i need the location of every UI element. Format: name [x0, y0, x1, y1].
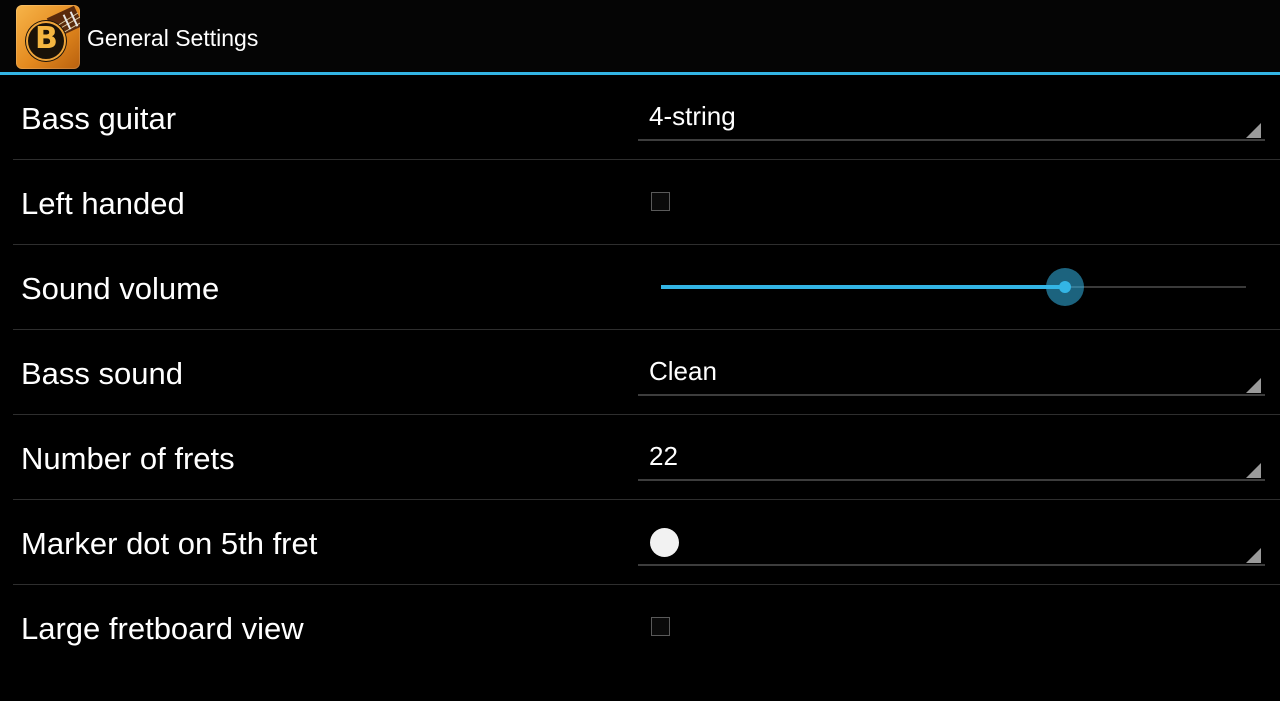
app-icon[interactable]: B: [16, 5, 80, 69]
app-icon-letter: B: [35, 21, 58, 56]
setting-row-large-fretboard: Large fretboard view: [0, 585, 1280, 670]
dropdown-corner-icon: [1246, 548, 1261, 563]
number-of-frets-value: 22: [649, 441, 678, 471]
setting-row-left-handed: Left handed: [0, 160, 1280, 245]
bass-guitar-spinner[interactable]: 4-string: [638, 101, 1265, 141]
bass-sound-spinner[interactable]: Clean: [638, 356, 1265, 396]
left-handed-checkbox[interactable]: [651, 192, 670, 211]
setting-row-number-of-frets: Number of frets 22: [0, 415, 1280, 500]
slider-thumb[interactable]: [1059, 281, 1071, 293]
setting-row-bass-sound: Bass sound Clean: [0, 330, 1280, 415]
marker-dot-spinner[interactable]: [638, 526, 1265, 566]
bass-guitar-label: Bass guitar: [21, 101, 177, 136]
bass-sound-label: Bass sound: [21, 356, 183, 391]
spinner-underline: [638, 139, 1265, 141]
setting-row-marker-dot: Marker dot on 5th fret: [0, 500, 1280, 585]
left-handed-label: Left handed: [21, 186, 185, 221]
setting-row-sound-volume: Sound volume: [0, 245, 1280, 330]
large-fretboard-label: Large fretboard view: [21, 611, 304, 646]
number-of-frets-spinner[interactable]: 22: [638, 441, 1265, 481]
settings-screen: B General Settings Bass guitar 4-string …: [0, 0, 1280, 701]
bass-guitar-value: 4-string: [649, 101, 736, 131]
large-fretboard-checkbox[interactable]: [651, 617, 670, 636]
sound-volume-label: Sound volume: [21, 271, 220, 306]
slider-fill: [661, 285, 1065, 289]
bass-sound-value: Clean: [649, 356, 717, 386]
spinner-underline: [638, 564, 1265, 566]
dropdown-corner-icon: [1246, 378, 1261, 393]
action-bar: B General Settings: [0, 0, 1280, 72]
white-dot-icon: [650, 528, 679, 557]
spinner-underline: [638, 394, 1265, 396]
page-title: General Settings: [87, 25, 259, 51]
setting-row-bass-guitar: Bass guitar 4-string: [0, 75, 1280, 160]
marker-dot-label: Marker dot on 5th fret: [21, 526, 318, 561]
number-of-frets-label: Number of frets: [21, 441, 235, 476]
dropdown-corner-icon: [1246, 123, 1261, 138]
sound-volume-slider[interactable]: [661, 267, 1246, 307]
dropdown-corner-icon: [1246, 463, 1261, 478]
spinner-underline: [638, 479, 1265, 481]
